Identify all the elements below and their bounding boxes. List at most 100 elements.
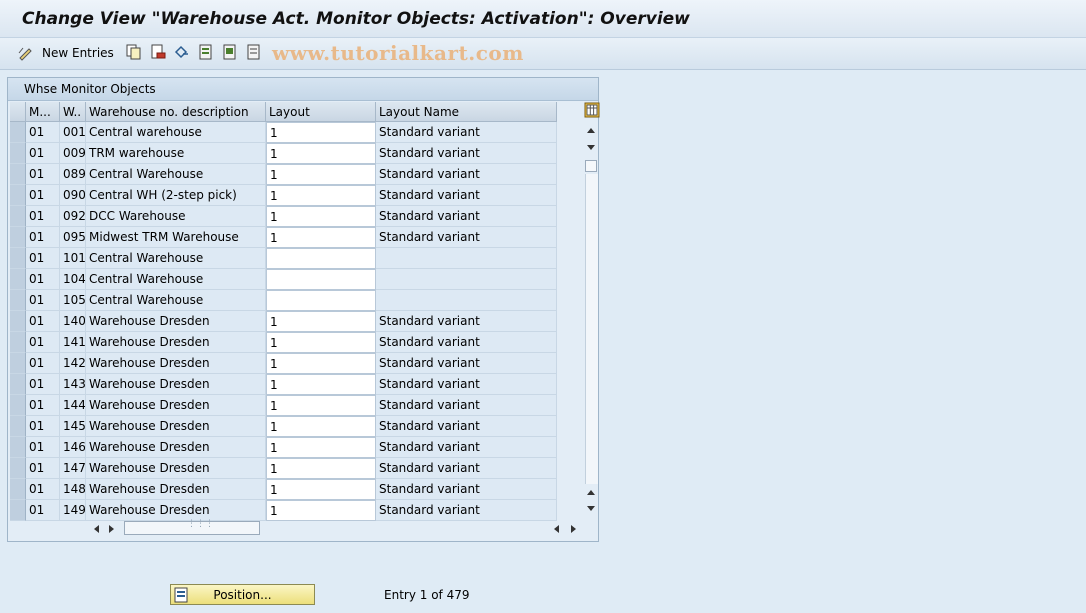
row-selector[interactable] bbox=[10, 122, 26, 143]
cell-layout[interactable]: 1 bbox=[266, 164, 376, 185]
cell-layout[interactable]: 1 bbox=[266, 374, 376, 395]
row-selector[interactable] bbox=[10, 395, 26, 416]
cell-layout[interactable] bbox=[266, 269, 376, 290]
row-selector[interactable] bbox=[10, 332, 26, 353]
row-selector[interactable] bbox=[10, 248, 26, 269]
delete-icon[interactable] bbox=[150, 44, 166, 60]
table-row[interactable]: 01 149 Warehouse Dresden 1 Standard variant bbox=[10, 500, 557, 521]
cell-layout-name: Standard variant bbox=[376, 353, 557, 374]
row-selector[interactable] bbox=[10, 269, 26, 290]
cell-w: 089 bbox=[60, 164, 86, 185]
table-row[interactable]: 01 089 Central Warehouse 1 Standard variant bbox=[10, 164, 557, 185]
cell-m: 01 bbox=[26, 206, 60, 227]
column-settings-icon[interactable] bbox=[584, 102, 600, 118]
row-selector[interactable] bbox=[10, 311, 26, 332]
row-selector[interactable] bbox=[10, 437, 26, 458]
column-header-layout-name[interactable]: Layout Name bbox=[376, 102, 557, 122]
table-row[interactable]: 01 095 Midwest TRM Warehouse 1 Standard vari… bbox=[10, 227, 557, 248]
table-row[interactable]: 01 148 Warehouse Dresden 1 Standard variant bbox=[10, 479, 557, 500]
deselect-all-icon[interactable] bbox=[246, 44, 262, 60]
scroll-page-up-icon[interactable] bbox=[586, 488, 596, 496]
scroll-right-icon[interactable] bbox=[570, 524, 578, 534]
column-header-layout[interactable]: Layout bbox=[266, 102, 376, 122]
cell-m: 01 bbox=[26, 143, 60, 164]
cell-layout[interactable]: 1 bbox=[266, 227, 376, 248]
cell-layout[interactable]: 1 bbox=[266, 479, 376, 500]
application-toolbar: New Entries www.tutorialkart.com bbox=[0, 38, 1086, 70]
cell-layout-name: Standard variant bbox=[376, 143, 557, 164]
cell-m: 01 bbox=[26, 227, 60, 248]
row-selector[interactable] bbox=[10, 227, 26, 248]
row-selector[interactable] bbox=[10, 500, 26, 521]
cell-layout[interactable]: 1 bbox=[266, 416, 376, 437]
cell-layout[interactable]: 1 bbox=[266, 500, 376, 521]
position-button[interactable]: Position... bbox=[170, 584, 315, 605]
row-selector[interactable] bbox=[10, 185, 26, 206]
row-selector[interactable] bbox=[10, 374, 26, 395]
row-selector[interactable] bbox=[10, 143, 26, 164]
cell-description: TRM warehouse bbox=[86, 143, 266, 164]
table-title-bar: Whse Monitor Objects bbox=[8, 78, 598, 101]
cell-layout[interactable]: 1 bbox=[266, 143, 376, 164]
grip-icon: ⋮⋮⋮ bbox=[187, 519, 214, 529]
table-row[interactable]: 01 101 Central Warehouse bbox=[10, 248, 557, 269]
scroll-up-icon[interactable] bbox=[586, 126, 596, 134]
row-selector[interactable] bbox=[10, 353, 26, 374]
select-all-rows-header[interactable] bbox=[10, 102, 26, 122]
scroll-left-icon[interactable] bbox=[92, 524, 100, 534]
row-selector[interactable] bbox=[10, 164, 26, 185]
row-selector[interactable] bbox=[10, 206, 26, 227]
horizontal-scrollbar[interactable]: ⋮⋮⋮ bbox=[92, 519, 578, 536]
cell-layout[interactable]: 1 bbox=[266, 311, 376, 332]
cell-layout[interactable]: 1 bbox=[266, 332, 376, 353]
cell-layout[interactable]: 1 bbox=[266, 458, 376, 479]
cell-m: 01 bbox=[26, 248, 60, 269]
table-row[interactable]: 01 144 Warehouse Dresden 1 Standard variant bbox=[10, 395, 557, 416]
row-selector[interactable] bbox=[10, 458, 26, 479]
table-row[interactable]: 01 104 Central Warehouse bbox=[10, 269, 557, 290]
column-header-m[interactable]: M... bbox=[26, 102, 60, 122]
row-selector[interactable] bbox=[10, 416, 26, 437]
cell-layout[interactable]: 1 bbox=[266, 122, 376, 143]
cell-layout[interactable] bbox=[266, 290, 376, 311]
table-row[interactable]: 01 140 Warehouse Dresden 1 Standard variant bbox=[10, 311, 557, 332]
undo-icon[interactable] bbox=[174, 44, 190, 60]
copy-icon[interactable] bbox=[126, 44, 142, 60]
cell-m: 01 bbox=[26, 479, 60, 500]
table-row[interactable]: 01 145 Warehouse Dresden 1 Standard variant bbox=[10, 416, 557, 437]
column-header-description[interactable]: Warehouse no. description bbox=[86, 102, 266, 122]
table-row[interactable]: 01 090 Central WH (2-step pick) 1 Standard v… bbox=[10, 185, 557, 206]
table-row[interactable]: 01 001 Central warehouse 1 Standard variant bbox=[10, 122, 557, 143]
scroll-left-end-icon[interactable] bbox=[552, 524, 560, 534]
cell-description: Midwest TRM Warehouse bbox=[86, 227, 266, 248]
table-row[interactable]: 01 147 Warehouse Dresden 1 Standard variant bbox=[10, 458, 557, 479]
cell-layout[interactable] bbox=[266, 248, 376, 269]
table-row[interactable]: 01 142 Warehouse Dresden 1 Standard variant bbox=[10, 353, 557, 374]
table-row[interactable]: 01 105 Central Warehouse bbox=[10, 290, 557, 311]
cell-layout-name: Standard variant bbox=[376, 311, 557, 332]
table-row[interactable]: 01 143 Warehouse Dresden 1 Standard variant bbox=[10, 374, 557, 395]
cell-layout[interactable]: 1 bbox=[266, 353, 376, 374]
new-entries-button[interactable]: New Entries bbox=[18, 44, 114, 62]
row-selector[interactable] bbox=[10, 290, 26, 311]
scroll-page-down-icon[interactable] bbox=[586, 505, 596, 513]
row-selector[interactable] bbox=[10, 479, 26, 500]
select-block-icon[interactable] bbox=[222, 44, 238, 60]
table-row[interactable]: 01 092 DCC Warehouse 1 Standard variant bbox=[10, 206, 557, 227]
scroll-right-small-icon[interactable] bbox=[108, 524, 116, 534]
vertical-scrollbar[interactable] bbox=[584, 102, 600, 516]
cell-layout[interactable]: 1 bbox=[266, 437, 376, 458]
cell-layout-name: Standard variant bbox=[376, 416, 557, 437]
table-row[interactable]: 01 141 Warehouse Dresden 1 Standard variant bbox=[10, 332, 557, 353]
cell-layout[interactable]: 1 bbox=[266, 395, 376, 416]
scroll-down-icon[interactable] bbox=[586, 144, 596, 152]
horizontal-scroll-thumb[interactable]: ⋮⋮⋮ bbox=[124, 519, 260, 535]
scroll-track[interactable] bbox=[585, 174, 598, 484]
cell-layout[interactable]: 1 bbox=[266, 206, 376, 227]
select-all-icon[interactable] bbox=[198, 44, 214, 60]
scroll-thumb[interactable] bbox=[585, 160, 597, 172]
column-header-w[interactable]: W.. bbox=[60, 102, 86, 122]
table-row[interactable]: 01 146 Warehouse Dresden 1 Standard variant bbox=[10, 437, 557, 458]
table-row[interactable]: 01 009 TRM warehouse 1 Standard variant bbox=[10, 143, 557, 164]
cell-layout[interactable]: 1 bbox=[266, 185, 376, 206]
